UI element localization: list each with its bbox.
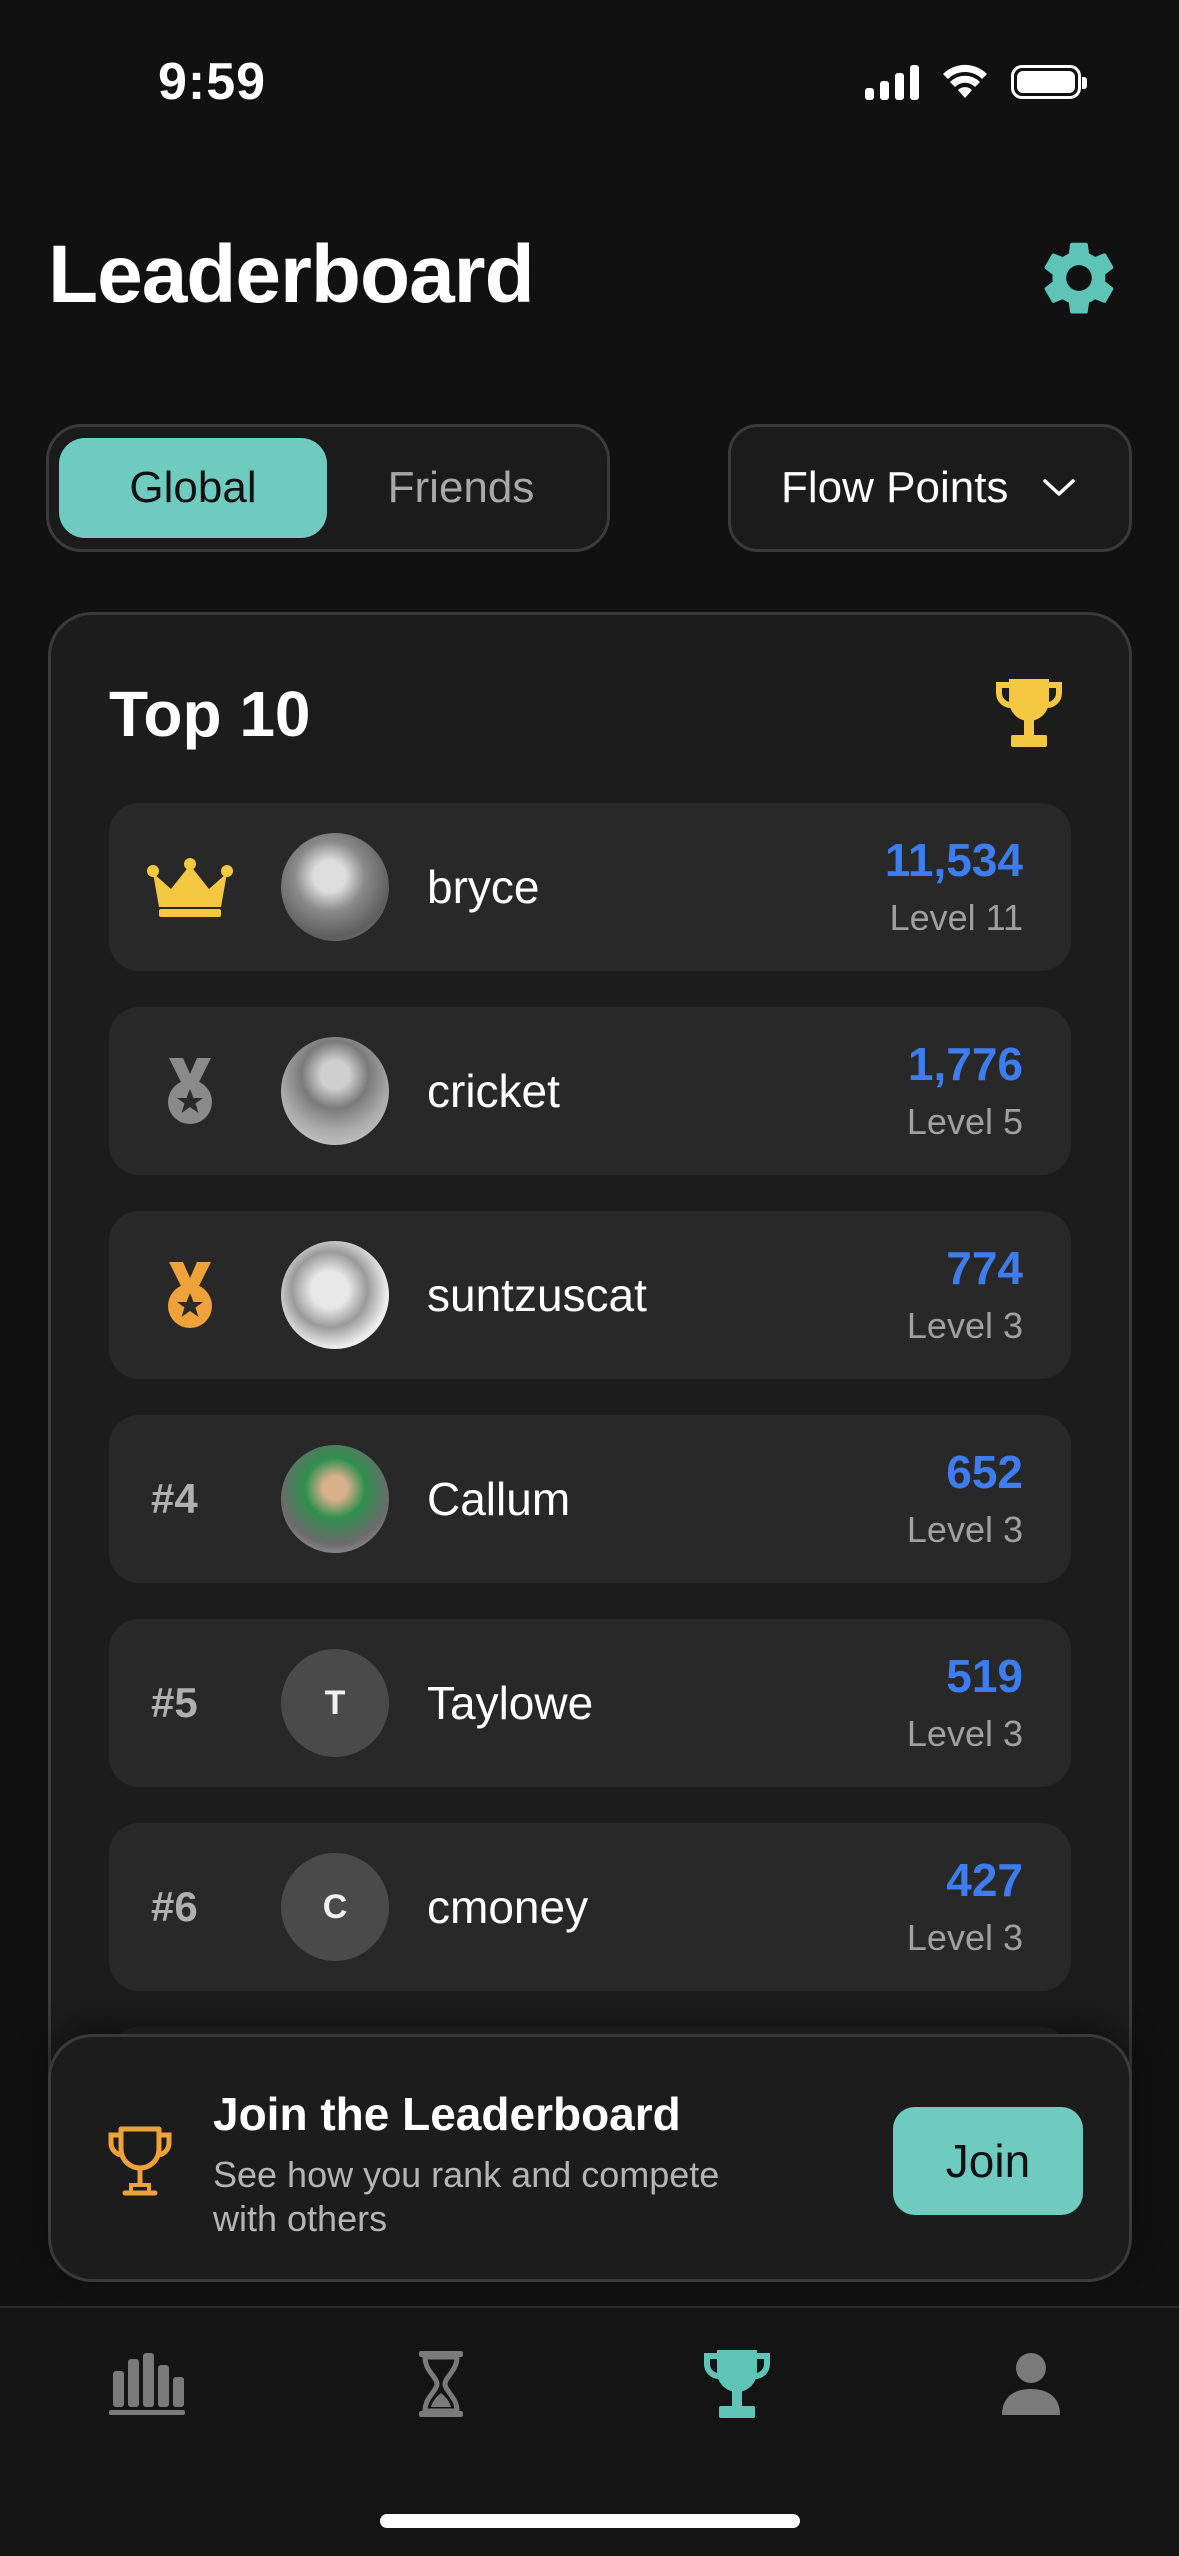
- leaderboard-row[interactable]: #5 T Taylowe 519 Level 3: [109, 1619, 1071, 1787]
- tab-leaderboard[interactable]: [682, 2334, 792, 2434]
- crown-icon: [147, 858, 233, 917]
- avatar-initial: C: [281, 1853, 389, 1961]
- home-indicator[interactable]: [380, 2514, 800, 2528]
- status-time: 9:59: [158, 53, 267, 111]
- level-label: Level 3: [906, 1305, 1023, 1346]
- username: suntzuscat: [427, 1269, 647, 1321]
- tab-focus[interactable]: [386, 2334, 496, 2434]
- trophy-icon: [996, 679, 1062, 747]
- leaderboard-row[interactable]: bryce 11,534 Level 11: [109, 803, 1071, 971]
- tab-stats[interactable]: [92, 2334, 202, 2434]
- silver-medal-icon: [168, 1058, 212, 1124]
- score-value: 519: [946, 1650, 1023, 1702]
- chevron-down-icon: [1043, 479, 1076, 496]
- level-label: Level 3: [906, 1917, 1023, 1958]
- hourglass-icon: [419, 2351, 463, 2417]
- leaderboard-row[interactable]: #4 Callum 652 Level 3: [109, 1415, 1071, 1583]
- score-value: 652: [946, 1446, 1023, 1498]
- tab-global[interactable]: Global: [59, 438, 327, 538]
- gear-icon: [1044, 242, 1114, 314]
- metric-dropdown-label: Flow Points: [781, 463, 1009, 512]
- score-value: 1,776: [907, 1038, 1023, 1090]
- trophy-outline-icon: [108, 2126, 172, 2196]
- username: cricket: [427, 1065, 560, 1117]
- leaderboard-row[interactable]: suntzuscat 774 Level 3: [109, 1211, 1071, 1379]
- bar-chart-icon: [109, 2353, 185, 2415]
- score-value: 774: [946, 1242, 1023, 1294]
- join-button[interactable]: Join: [893, 2107, 1083, 2215]
- tab-friends[interactable]: Friends: [327, 438, 595, 538]
- leaderboard-list: bryce 11,534 Level 11 cricket 1,776 Leve…: [109, 803, 1071, 2231]
- metric-dropdown[interactable]: Flow Points: [728, 424, 1132, 552]
- top10-card: Top 10 bryce 11,534 Level 11 cricket 1,7…: [48, 612, 1132, 2195]
- level-label: Level 3: [906, 1713, 1023, 1754]
- avatar: [281, 1241, 389, 1349]
- page-title: Leaderboard: [48, 229, 535, 320]
- card-title: Top 10: [109, 678, 311, 750]
- score-value: 11,534: [884, 834, 1023, 886]
- avatar-initial: T: [281, 1649, 389, 1757]
- avatar: [281, 1445, 389, 1553]
- cellular-signal-icon: [865, 64, 919, 100]
- status-icons: [865, 64, 1087, 100]
- avatar: [281, 1037, 389, 1145]
- rank-badge: [147, 1007, 233, 1175]
- battery-icon: [1011, 65, 1087, 99]
- leaderboard-row[interactable]: cricket 1,776 Level 5: [109, 1007, 1071, 1175]
- username: bryce: [427, 861, 540, 913]
- person-icon: [1002, 2353, 1060, 2415]
- leaderboard-row[interactable]: #6 C cmoney 427 Level 3: [109, 1823, 1071, 1991]
- join-title: Join the Leaderboard: [213, 2088, 681, 2140]
- rank-number: #6: [151, 1883, 198, 1930]
- join-subtitle: See how you rank and compete with others: [213, 2154, 720, 2239]
- username: Taylowe: [427, 1677, 594, 1729]
- username: Callum: [427, 1473, 571, 1525]
- rank-number: #4: [151, 1475, 198, 1522]
- username: cmoney: [427, 1881, 589, 1933]
- avatar: [281, 833, 389, 941]
- scope-segmented-control: Global Friends: [46, 424, 610, 552]
- join-leaderboard-banner: Join the Leaderboard See how you rank an…: [48, 2034, 1132, 2282]
- level-label: Level 11: [889, 897, 1023, 938]
- trophy-icon: [704, 2350, 770, 2418]
- rank-badge: [147, 1211, 233, 1379]
- rank-badge: [147, 803, 233, 971]
- tab-profile[interactable]: [976, 2334, 1086, 2434]
- settings-button[interactable]: [1031, 230, 1127, 326]
- rank-number: #5: [151, 1679, 198, 1726]
- leaderboard-screen: 9:59 Leaderboard Global Friends Flow Poi…: [0, 0, 1179, 2556]
- level-label: Level 5: [906, 1101, 1023, 1142]
- level-label: Level 3: [906, 1509, 1023, 1550]
- score-value: 427: [946, 1854, 1023, 1906]
- wifi-icon: [943, 64, 987, 98]
- bronze-medal-icon: [168, 1262, 212, 1328]
